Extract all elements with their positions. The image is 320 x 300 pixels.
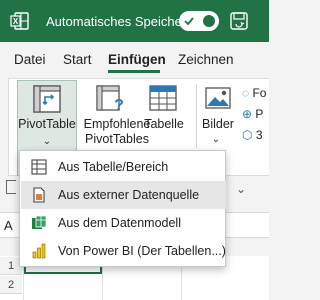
row-header-2[interactable]: 2	[0, 276, 22, 294]
images-chevron-icon[interactable]: ⌄	[211, 132, 221, 147]
check-icon	[184, 16, 194, 28]
menu-item-from-external-source[interactable]: Aus externer Datenquelle	[21, 181, 226, 209]
3d-models-item[interactable]: ⬡ 3	[242, 128, 263, 142]
images-icon	[205, 87, 231, 109]
save-icon[interactable]	[229, 11, 249, 31]
tab-zeichnen[interactable]: Zeichnen	[178, 52, 234, 67]
autosave-toggle[interactable]	[179, 11, 219, 31]
chevron-down-icon[interactable]: ⌄	[42, 134, 52, 149]
toggle-knob	[203, 15, 215, 27]
left-bracket	[6, 180, 16, 194]
menu-item-label: Aus Tabelle/Bereich	[58, 160, 169, 174]
table-icon	[149, 85, 177, 111]
tab-datei[interactable]: Datei	[14, 52, 46, 67]
icons-icon: ⊕	[242, 107, 256, 121]
name-box[interactable]: A	[4, 218, 13, 233]
menu-item-from-table-range[interactable]: Aus Tabelle/Bereich	[21, 153, 226, 181]
title-bar: X Automatisches Speichern	[0, 0, 269, 42]
cube-icon: ⬡	[242, 128, 256, 142]
tab-einfuegen[interactable]: Einfügen	[108, 52, 166, 67]
table-range-icon	[31, 159, 47, 175]
pivottable-label: PivotTable	[18, 117, 76, 131]
menu-item-from-data-model[interactable]: Aus dem Datenmodell	[21, 209, 226, 237]
menu-item-label: Aus externer Datenquelle	[58, 188, 200, 202]
autosave-label: Automatisches Speichern	[46, 14, 194, 29]
pivottable-dropdown-menu: Aus Tabelle/Bereich Aus externer Datenqu…	[19, 150, 226, 267]
menu-item-label: Von Power BI (Der Tabellen...)	[58, 244, 226, 258]
svg-text:X: X	[13, 17, 19, 26]
images-label[interactable]: Bilder	[198, 117, 238, 132]
recommended-pivottables-label-2[interactable]: PivotTables	[82, 132, 152, 147]
table-label[interactable]: Tabelle	[140, 117, 188, 132]
tab-start[interactable]: Start	[63, 52, 92, 67]
menu-item-from-power-bi[interactable]: Von Power BI (Der Tabellen...)	[21, 237, 226, 265]
shapes-icon: ◌	[242, 86, 253, 100]
external-source-icon	[33, 187, 45, 203]
ribbon-separator	[196, 84, 197, 148]
icons-item[interactable]: ⊕ P	[242, 107, 263, 121]
ribbon-expand-icon[interactable]: ⌄	[236, 182, 246, 196]
shapes-item[interactable]: ◌ Fo	[242, 86, 266, 100]
svg-text:?: ?	[114, 97, 124, 114]
pivottable-icon	[33, 85, 61, 113]
excel-icon[interactable]: X	[10, 11, 30, 31]
menu-item-label: Aus dem Datenmodell	[58, 216, 181, 230]
recommended-pivottables-icon: ?	[96, 85, 124, 114]
data-model-icon	[32, 215, 47, 229]
active-tab-indicator	[108, 70, 160, 73]
power-bi-icon	[32, 243, 46, 259]
